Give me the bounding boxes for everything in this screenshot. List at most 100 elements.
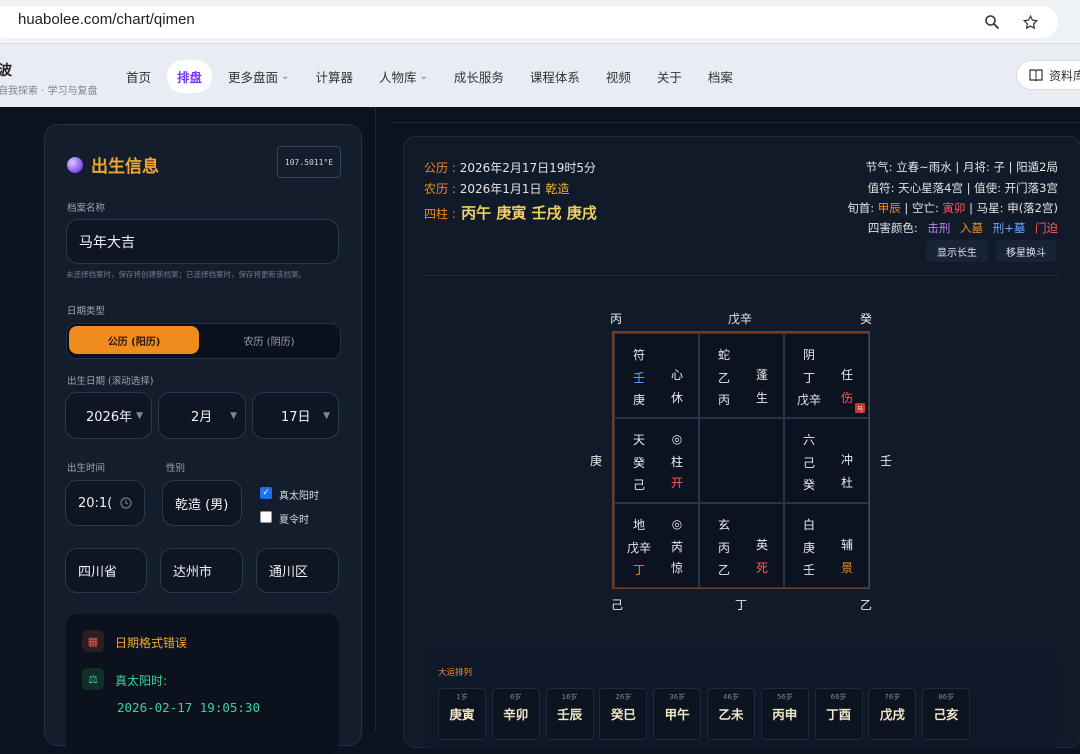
dayun-age: 46岁 xyxy=(723,693,739,701)
nav-item[interactable]: 关于 xyxy=(647,60,692,93)
nav-item[interactable]: 首页 xyxy=(116,60,161,93)
date-error-title: 日期格式错误 xyxy=(115,636,188,650)
palace-door: 生 xyxy=(755,391,768,405)
dayun-age: 26岁 xyxy=(615,693,632,701)
day-select[interactable]: 17日 ▼ xyxy=(252,392,339,439)
show-changsheng-button[interactable]: 显示长生 xyxy=(926,240,988,262)
harm-xingmu: 刑+墓 xyxy=(992,221,1026,235)
dayun-item[interactable]: 66岁 丁酉 xyxy=(814,688,863,740)
year-select[interactable]: 2026年 ▼ xyxy=(65,392,152,439)
gender-select[interactable]: 乾造 (男) xyxy=(162,480,242,526)
province-select[interactable]: 四川省 xyxy=(65,548,147,593)
dayun-ganzhi: 辛卯 xyxy=(503,707,529,722)
palace-2[interactable]: 阴 丁 戊辛 任 伤 马 xyxy=(784,333,869,418)
dayun-item[interactable]: 86岁 己亥 xyxy=(922,688,971,740)
pillars-value: 丙午 庚寅 壬戌 庚戌 xyxy=(461,204,597,222)
palace-1[interactable]: 玄 丙 乙 英 死 xyxy=(699,503,784,588)
palace-star: 任 xyxy=(840,368,853,382)
bookmark-star-icon[interactable] xyxy=(1020,12,1040,32)
zoom-icon[interactable] xyxy=(982,12,1002,32)
date-type-lunar[interactable]: 农历 (阴历) xyxy=(204,326,334,354)
date-type-solar[interactable]: 公历 (阳历) xyxy=(69,326,199,354)
docs-button[interactable]: 资料库 xyxy=(1016,60,1080,90)
dst-checkbox[interactable] xyxy=(260,511,272,523)
palace-star: 心 xyxy=(670,368,683,382)
xunshou-line: 旬首: 甲辰 | 空亡: 寅卯 | 马星: 申(落2宫) xyxy=(847,200,1058,216)
palace-star: 冲 xyxy=(840,453,853,467)
palace-7[interactable]: 六 己 癸 冲 杜 xyxy=(784,418,869,503)
dayun-item[interactable]: 76岁戊戌 xyxy=(868,688,917,740)
birth-date-label: 出生日期 (滚动选择) xyxy=(67,376,154,387)
dayun-item[interactable]: 16岁 壬辰 xyxy=(545,688,594,740)
palace-stem-earth: 丁 xyxy=(632,563,645,577)
dayun-ganzhi: 戊戌 xyxy=(879,707,905,722)
archive-name-input[interactable]: 马年大吉 xyxy=(66,219,339,264)
nav-item[interactable]: 排盘 xyxy=(167,60,213,93)
nav-item-label: 计算器 xyxy=(315,70,353,85)
dayun-ganzhi: 己亥 xyxy=(933,707,959,722)
brand-subtitle: 自我探索 · 学习与复盘 xyxy=(0,86,98,97)
dayun-ganzhi: 癸巳 xyxy=(610,707,636,722)
palace-4[interactable]: 符 壬 庚 心 休 xyxy=(614,333,699,418)
palace-god: 符 xyxy=(632,348,645,362)
outer-top-mid: 戊辛 xyxy=(728,312,753,326)
palace-door: 景 xyxy=(840,561,853,575)
dayun-item[interactable]: 6岁 辛卯 xyxy=(491,688,540,740)
month-select[interactable]: 2月 ▼ xyxy=(158,392,246,439)
dayun-item[interactable]: 1岁 庚寅 xyxy=(438,688,486,740)
nav-item[interactable]: 档案 xyxy=(698,60,743,93)
target-icon: ◎ xyxy=(671,517,683,531)
url-text[interactable]: huabolee.com/chart/qimen xyxy=(18,11,195,28)
palace-star: 芮 xyxy=(670,540,683,554)
nav-item[interactable]: 成长服务 xyxy=(444,60,514,93)
city-select[interactable]: 达州市 xyxy=(160,548,243,593)
outer-left: 庚 xyxy=(590,454,603,468)
palace-9[interactable]: 蛇 乙 丙 蓬 生 xyxy=(699,333,784,418)
palace-star: 蓬 xyxy=(755,368,768,382)
palace-3[interactable]: 天 癸 己 ◎ 柱 开 xyxy=(614,418,699,503)
move-star-button[interactable]: 移星换斗 xyxy=(996,240,1056,262)
lunar-value: 2026年1月1日 xyxy=(459,182,542,196)
nav-item[interactable]: 视频 xyxy=(596,60,641,93)
district-select[interactable]: 通川区 xyxy=(256,548,339,593)
clock-icon xyxy=(120,497,132,509)
date-type-label: 日期类型 xyxy=(67,306,106,317)
dayun-age: 76岁 xyxy=(884,693,901,701)
palace-door: 惊 xyxy=(670,561,683,575)
month-value: 2月 xyxy=(191,410,213,425)
nav-item[interactable]: 课程体系 xyxy=(520,60,590,93)
dayun-ganzhi: 庚寅 xyxy=(449,707,475,722)
brand[interactable]: 波 自我探索 · 学习与复盘 xyxy=(0,60,98,97)
nav-item[interactable]: 计算器 xyxy=(305,60,363,93)
dst-label: 夏令时 xyxy=(279,515,309,526)
nav-item[interactable]: 更多盘面 ⌄ xyxy=(218,60,299,93)
year-value: 2026年 xyxy=(86,410,133,425)
nav-item-label: 人物库 xyxy=(378,70,417,85)
longitude-button[interactable]: 107.5011°E xyxy=(277,146,341,178)
palace-6[interactable]: 白 庚 壬 辅 景 xyxy=(784,503,869,588)
dayun-item[interactable]: 26岁癸巳 xyxy=(599,688,648,740)
dayun-item[interactable]: 56岁 丙申 xyxy=(760,688,809,740)
result-card xyxy=(66,614,339,754)
dayun-ganzhi: 甲午 xyxy=(664,707,690,722)
birth-time-input[interactable]: 20:1( xyxy=(65,480,145,526)
xunshou-value: 甲辰 xyxy=(877,201,901,215)
four-harms-line: 四害颜色: 击刑 入墓 刑+墓 门迫 xyxy=(868,220,1058,236)
palace-stem-earth: 丙 xyxy=(717,393,730,407)
true-solar-checkbox[interactable]: ✓ xyxy=(260,487,272,499)
palace-stem-earth: 己 xyxy=(632,478,645,492)
nav-item-label: 排盘 xyxy=(177,70,203,85)
outer-top-right: 癸 xyxy=(860,312,873,326)
dayun-item[interactable]: 36岁 甲午 xyxy=(653,688,702,740)
palace-8[interactable]: 地 戊辛 丁 ◎ 芮 惊 xyxy=(614,503,699,588)
outer-bottom-mid: 丁 xyxy=(735,598,748,612)
palace-door: 死 xyxy=(755,561,768,575)
zhifu-line: 值符: 天心星落4宫 | 值使: 开门落3宫 xyxy=(867,181,1058,195)
harm-jixing: 击刑 xyxy=(927,221,951,235)
lunar-key: 农历 : xyxy=(424,182,456,196)
nav-item[interactable]: 人物库 ⌄ xyxy=(369,60,438,93)
harm-rumu: 入墓 xyxy=(960,221,984,235)
maxing-text: | 马星: 申(落2宫) xyxy=(969,201,1058,215)
target-icon: ◎ xyxy=(671,432,683,446)
dayun-item[interactable]: 46岁 乙未 xyxy=(707,688,755,740)
